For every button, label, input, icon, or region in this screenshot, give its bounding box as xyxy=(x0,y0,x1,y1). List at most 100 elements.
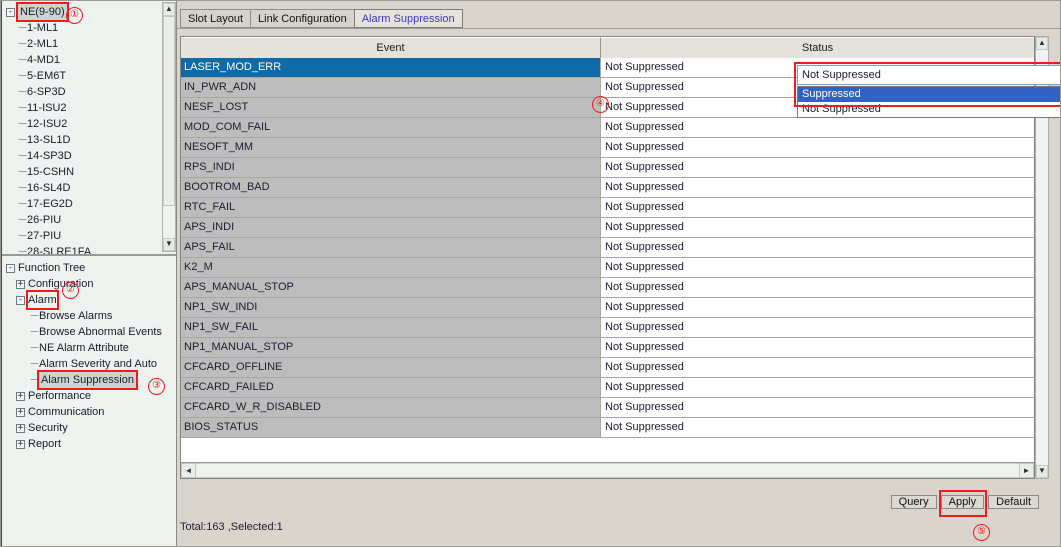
dropdown-option-not-suppressed[interactable]: Not Suppressed xyxy=(798,102,1061,117)
ne-object-tree[interactable]: - NE(9-90) ─1-ML1 ─2-ML1 ─4-MD1 ─5-EM6T ─6-SP3… xyxy=(2,0,176,256)
cell-event[interactable]: NP1_SW_INDI xyxy=(181,298,601,317)
default-button[interactable]: Default xyxy=(988,495,1039,509)
tree-item-security[interactable]: + Security xyxy=(6,420,162,436)
cell-event[interactable]: BIOS_STATUS xyxy=(181,418,601,437)
tree-item-board[interactable]: ─13-SL1D xyxy=(6,132,91,148)
scroll-left-icon[interactable]: ◄ xyxy=(181,463,196,478)
table-scroll-up-icon[interactable]: ▲ xyxy=(1036,37,1048,50)
cell-event[interactable]: CFCARD_W_R_DISABLED xyxy=(181,398,601,417)
cell-status[interactable]: Not Suppressed xyxy=(601,258,1034,277)
expander-icon[interactable]: + xyxy=(16,279,25,289)
cell-event[interactable]: RPS_INDI xyxy=(181,158,601,177)
cell-event[interactable]: NP1_SW_FAIL xyxy=(181,318,601,337)
table-row[interactable]: NP1_SW_FAIL Not Suppressed xyxy=(181,318,1034,338)
expander-icon[interactable]: + xyxy=(16,439,25,449)
cell-status[interactable]: Not Suppressed xyxy=(601,238,1034,257)
cell-event[interactable]: CFCARD_FAILED xyxy=(181,378,601,397)
tab-slot-layout[interactable]: Slot Layout xyxy=(180,9,251,28)
table-row[interactable]: BIOS_STATUS Not Suppressed xyxy=(181,418,1034,438)
tree-item-alarm-suppression[interactable]: ─ Alarm Suppression xyxy=(6,370,162,390)
column-header-event[interactable]: Event xyxy=(181,37,601,58)
tree-item-alarm[interactable]: - Alarm xyxy=(6,290,162,310)
tree-item-function-root[interactable]: - Function Tree xyxy=(6,260,162,276)
table-row[interactable]: RPS_INDI Not Suppressed xyxy=(181,158,1034,178)
cell-status[interactable]: Not Suppressed xyxy=(601,118,1034,137)
scroll-right-icon[interactable]: ► xyxy=(1019,463,1034,478)
cell-event[interactable]: APS_FAIL xyxy=(181,238,601,257)
scroll-down-icon[interactable]: ▼ xyxy=(163,238,175,251)
ne-tree-scroll-thumb[interactable] xyxy=(163,16,175,206)
cell-event[interactable]: LASER_MOD_ERR xyxy=(181,58,601,77)
tree-item-browse-abnormal-events[interactable]: ─Browse Abnormal Events xyxy=(6,324,162,340)
tree-item-alarm-severity-and-auto[interactable]: ─Alarm Severity and Auto xyxy=(6,356,162,372)
table-horizontal-scrollbar[interactable]: ◄ ► xyxy=(181,462,1034,478)
cell-event[interactable]: NESF_LOST xyxy=(181,98,601,117)
tree-item-performance[interactable]: + Performance xyxy=(6,388,162,404)
status-combobox-dropdown[interactable]: Suppressed Not Suppressed xyxy=(797,86,1061,118)
scroll-up-icon[interactable]: ▲ xyxy=(163,3,175,16)
cell-event[interactable]: NP1_MANUAL_STOP xyxy=(181,338,601,357)
tree-item-board[interactable]: ─2-ML1 xyxy=(6,36,91,52)
cell-event[interactable]: NESOFT_MM xyxy=(181,138,601,157)
tree-item-board[interactable]: ─16-SL4D xyxy=(6,180,91,196)
tree-item-communication[interactable]: + Communication xyxy=(6,404,162,420)
cell-status[interactable]: Not Suppressed xyxy=(601,138,1034,157)
dropdown-option-suppressed[interactable]: Suppressed xyxy=(798,87,1061,102)
hscroll-track[interactable] xyxy=(196,463,1019,478)
expander-icon[interactable]: - xyxy=(6,7,15,17)
cell-status[interactable]: Not Suppressed xyxy=(601,158,1034,177)
tree-item-board[interactable]: ─12-ISU2 xyxy=(6,116,91,132)
tree-item-board[interactable]: ─28-SLRE1FA xyxy=(6,244,92,254)
tree-item-board[interactable]: ─6-SP3D xyxy=(6,84,91,100)
cell-status[interactable]: Not Suppressed xyxy=(601,198,1034,217)
table-row[interactable]: NP1_MANUAL_STOP Not Suppressed xyxy=(181,338,1034,358)
cell-status[interactable]: Not Suppressed xyxy=(601,218,1034,237)
expander-icon[interactable]: - xyxy=(6,263,15,273)
tree-item-board[interactable]: ─26-PIU xyxy=(6,212,91,228)
cell-status[interactable]: Not Suppressed xyxy=(601,398,1034,417)
tree-item-board[interactable]: ─14-SP3D xyxy=(6,148,91,164)
ne-tree-scrollbar[interactable]: ▲ ▼ xyxy=(162,2,176,252)
tree-item-board[interactable]: ─27-PIU xyxy=(6,228,91,244)
status-combobox[interactable]: Not Suppressed ▲ xyxy=(797,65,1061,85)
table-scroll-down-icon[interactable]: ▼ xyxy=(1036,465,1048,478)
cell-event[interactable]: MOD_COM_FAIL xyxy=(181,118,601,137)
tree-item-board[interactable]: ─5-EM6T xyxy=(6,68,91,84)
expander-icon[interactable]: + xyxy=(16,407,25,417)
tree-item-browse-alarms[interactable]: ─Browse Alarms xyxy=(6,308,162,324)
query-button[interactable]: Query xyxy=(890,495,937,509)
cell-event[interactable]: IN_PWR_ADN xyxy=(181,78,601,97)
tree-item-board[interactable]: ─11-ISU2 xyxy=(6,100,91,116)
table-row[interactable]: CFCARD_OFFLINE Not Suppressed xyxy=(181,358,1034,378)
tree-item-configuration[interactable]: + Configuration xyxy=(6,276,162,292)
cell-status[interactable]: Not Suppressed xyxy=(601,178,1034,197)
expander-icon[interactable]: + xyxy=(16,423,25,433)
cell-status[interactable]: Not Suppressed xyxy=(601,278,1034,297)
cell-status[interactable]: Not Suppressed xyxy=(601,378,1034,397)
cell-event[interactable]: APS_MANUAL_STOP xyxy=(181,278,601,297)
tab-link-configuration[interactable]: Link Configuration xyxy=(250,9,354,28)
table-row[interactable]: CFCARD_FAILED Not Suppressed xyxy=(181,378,1034,398)
table-row[interactable]: NESOFT_MM Not Suppressed xyxy=(181,138,1034,158)
tree-item-board[interactable]: ─4-MD1 xyxy=(6,52,91,68)
cell-status[interactable]: Not Suppressed xyxy=(601,338,1034,357)
apply-button[interactable]: Apply xyxy=(940,495,985,509)
function-tree[interactable]: - Function Tree + Configuration - Alarm ─Brows… xyxy=(2,258,176,547)
cell-status[interactable]: Not Suppressed xyxy=(601,318,1034,337)
table-row[interactable]: NP1_SW_INDI Not Suppressed xyxy=(181,298,1034,318)
cell-event[interactable]: CFCARD_OFFLINE xyxy=(181,358,601,377)
table-row[interactable]: MOD_COM_FAIL Not Suppressed xyxy=(181,118,1034,138)
expander-icon[interactable]: + xyxy=(16,391,25,401)
table-row[interactable]: APS_MANUAL_STOP Not Suppressed xyxy=(181,278,1034,298)
cell-status[interactable]: Not Suppressed xyxy=(601,298,1034,317)
table-row[interactable]: APS_INDI Not Suppressed xyxy=(181,218,1034,238)
table-row[interactable]: CFCARD_W_R_DISABLED Not Suppressed xyxy=(181,398,1034,418)
table-row[interactable]: RTC_FAIL Not Suppressed xyxy=(181,198,1034,218)
table-row[interactable]: APS_FAIL Not Suppressed xyxy=(181,238,1034,258)
tree-item-report[interactable]: + Report xyxy=(6,436,162,452)
expander-icon[interactable]: - xyxy=(16,295,25,305)
cell-status[interactable]: Not Suppressed xyxy=(601,418,1034,437)
cell-event[interactable]: RTC_FAIL xyxy=(181,198,601,217)
table-row[interactable]: BOOTROM_BAD Not Suppressed xyxy=(181,178,1034,198)
cell-status[interactable]: Not Suppressed xyxy=(601,358,1034,377)
